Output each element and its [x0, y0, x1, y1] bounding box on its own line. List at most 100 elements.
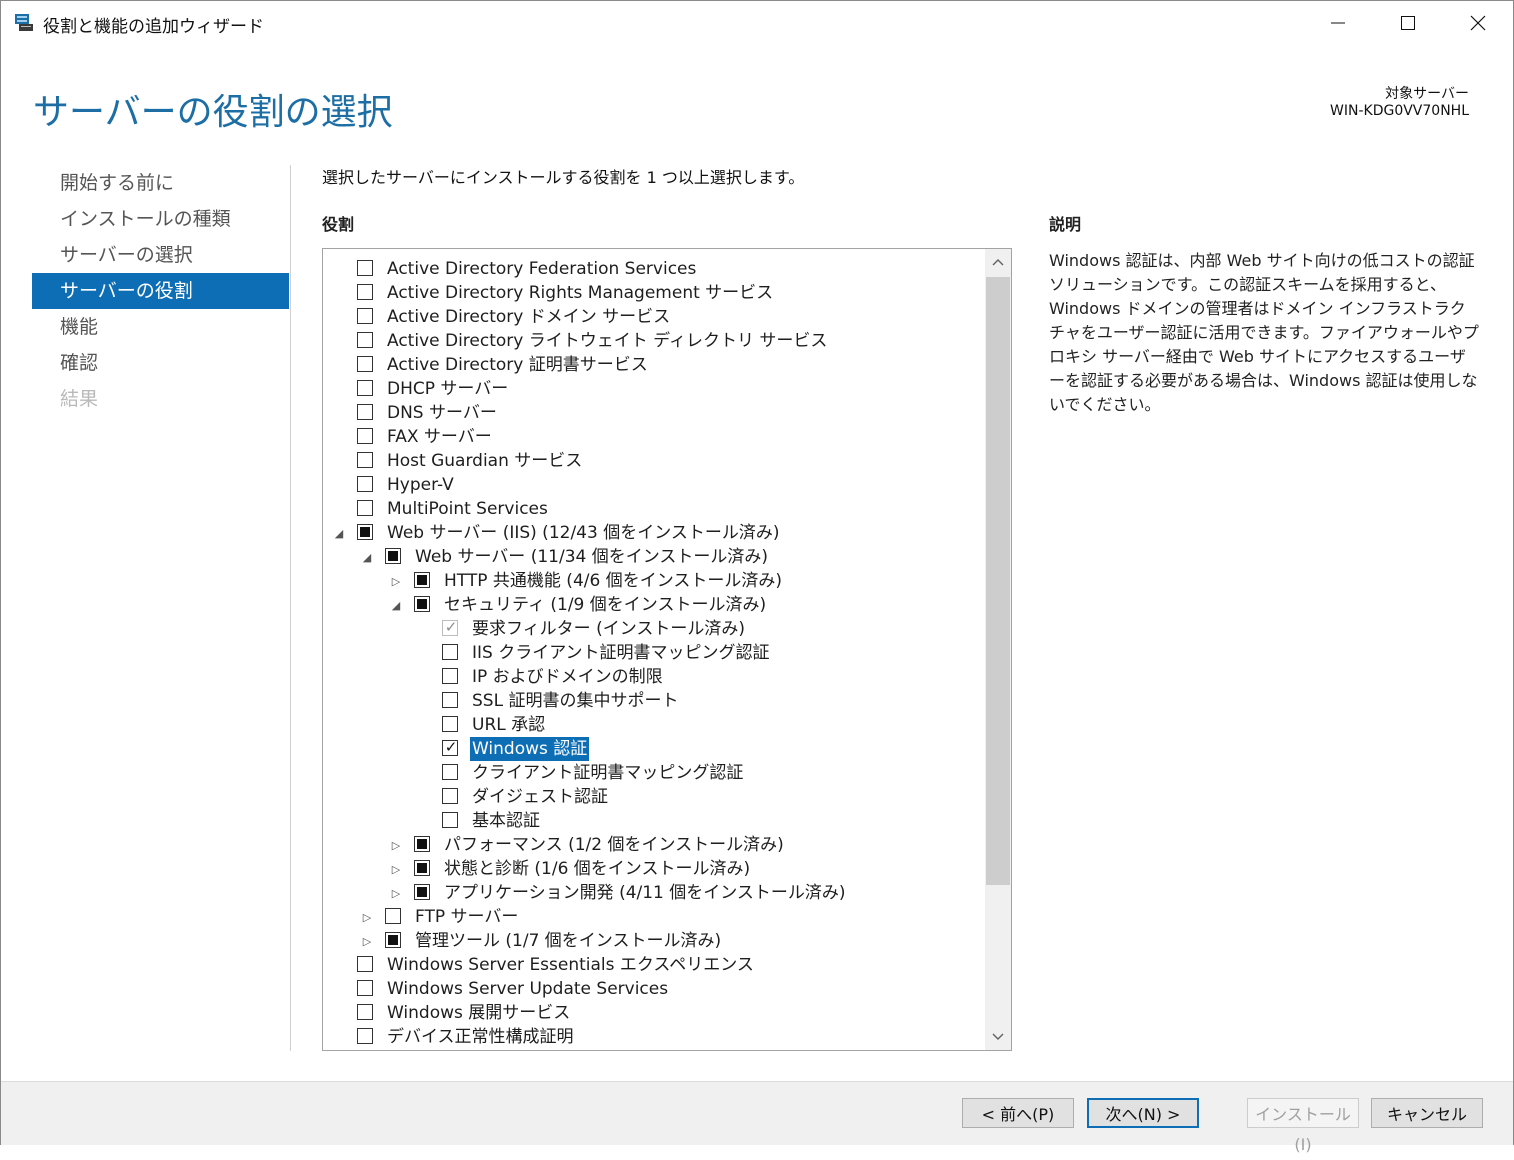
- role-row[interactable]: Active Directory ドメイン サービス: [323, 305, 983, 329]
- role-label[interactable]: デバイス正常性構成証明: [387, 1025, 574, 1049]
- nav-step-1[interactable]: インストールの種類: [32, 201, 289, 237]
- role-row[interactable]: Windows 認証: [323, 737, 983, 761]
- role-row[interactable]: Windows Server Essentials エクスペリエンス: [323, 953, 983, 977]
- role-row[interactable]: IP およびドメインの制限: [323, 665, 983, 689]
- role-label[interactable]: Active Directory Federation Services: [387, 257, 696, 281]
- role-label[interactable]: Windows 認証: [470, 737, 590, 761]
- role-row[interactable]: 要求フィルター (インストール済み): [323, 617, 983, 641]
- nav-step-5[interactable]: 確認: [32, 345, 289, 381]
- triangle-right-icon[interactable]: ▷: [360, 929, 374, 953]
- role-row[interactable]: Host Guardian サービス: [323, 449, 983, 473]
- role-label[interactable]: 管理ツール (1/7 個をインストール済み): [415, 929, 721, 953]
- role-row[interactable]: MultiPoint Services: [323, 497, 983, 521]
- role-row[interactable]: デバイス正常性構成証明: [323, 1025, 983, 1049]
- nav-step-3[interactable]: サーバーの役割: [32, 273, 289, 309]
- role-checkbox[interactable]: [357, 260, 373, 276]
- role-label[interactable]: セキュリティ (1/9 個をインストール済み): [444, 593, 766, 617]
- role-row[interactable]: IIS クライアント証明書マッピング認証: [323, 641, 983, 665]
- next-button[interactable]: 次へ(N) >: [1087, 1098, 1199, 1128]
- triangle-right-icon[interactable]: ▷: [389, 833, 403, 857]
- role-label[interactable]: Web サーバー (11/34 個をインストール済み): [415, 545, 768, 569]
- nav-step-4[interactable]: 機能: [32, 309, 289, 345]
- role-label[interactable]: クライアント証明書マッピング認証: [472, 761, 743, 785]
- role-row[interactable]: ◢ Web サーバー (IIS) (12/43 個をインストール済み): [323, 521, 983, 545]
- role-label[interactable]: IP およびドメインの制限: [472, 665, 663, 689]
- role-row[interactable]: Active Directory ライトウェイト ディレクトリ サービス: [323, 329, 983, 353]
- role-row[interactable]: ▷ FTP サーバー: [323, 905, 983, 929]
- role-row[interactable]: ◢ セキュリティ (1/9 個をインストール済み): [323, 593, 983, 617]
- role-checkbox[interactable]: [357, 980, 373, 996]
- scroll-up-button[interactable]: [985, 249, 1011, 275]
- role-row[interactable]: DNS サーバー: [323, 401, 983, 425]
- role-checkbox[interactable]: [357, 1004, 373, 1020]
- role-label[interactable]: パフォーマンス (1/2 個をインストール済み): [444, 833, 784, 857]
- role-label[interactable]: 基本認証: [472, 809, 540, 833]
- role-label[interactable]: Windows Server Essentials エクスペリエンス: [387, 953, 754, 977]
- role-row[interactable]: Windows 展開サービス: [323, 1001, 983, 1025]
- cancel-button[interactable]: キャンセル: [1371, 1098, 1483, 1128]
- scroll-thumb[interactable]: [986, 277, 1010, 885]
- role-label[interactable]: Active Directory Rights Management サービス: [387, 281, 773, 305]
- role-checkbox[interactable]: [442, 716, 458, 732]
- role-row[interactable]: ▷ パフォーマンス (1/2 個をインストール済み): [323, 833, 983, 857]
- role-label[interactable]: Active Directory ライトウェイト ディレクトリ サービス: [387, 329, 827, 353]
- role-checkbox[interactable]: [414, 572, 430, 588]
- role-label[interactable]: MultiPoint Services: [387, 497, 548, 521]
- role-row[interactable]: Active Directory 証明書サービス: [323, 353, 983, 377]
- role-label[interactable]: Windows 展開サービス: [387, 1001, 570, 1025]
- role-label[interactable]: 要求フィルター (インストール済み): [472, 617, 745, 641]
- nav-step-2[interactable]: サーバーの選択: [32, 237, 289, 273]
- role-checkbox[interactable]: [357, 1028, 373, 1044]
- role-checkbox[interactable]: [357, 956, 373, 972]
- role-row[interactable]: SSL 証明書の集中サポート: [323, 689, 983, 713]
- role-row[interactable]: ▷ アプリケーション開発 (4/11 個をインストール済み): [323, 881, 983, 905]
- role-label[interactable]: ダイジェスト認証: [472, 785, 608, 809]
- role-checkbox[interactable]: [357, 404, 373, 420]
- nav-step-0[interactable]: 開始する前に: [32, 165, 289, 201]
- role-checkbox[interactable]: [414, 836, 430, 852]
- install-button[interactable]: インストール(I): [1247, 1098, 1359, 1154]
- role-checkbox[interactable]: [357, 524, 373, 540]
- minimize-button[interactable]: [1303, 1, 1373, 45]
- role-checkbox[interactable]: [385, 932, 401, 948]
- maximize-button[interactable]: [1373, 1, 1443, 45]
- close-button[interactable]: [1443, 1, 1513, 45]
- role-row[interactable]: ▷ HTTP 共通機能 (4/6 個をインストール済み): [323, 569, 983, 593]
- role-checkbox[interactable]: [414, 884, 430, 900]
- role-label[interactable]: FTP サーバー: [415, 905, 518, 929]
- triangle-down-icon[interactable]: ◢: [360, 545, 374, 569]
- previous-button[interactable]: < 前へ(P): [962, 1098, 1074, 1128]
- role-checkbox[interactable]: [357, 284, 373, 300]
- role-checkbox[interactable]: [385, 548, 401, 564]
- roles-tree[interactable]: Active Directory Federation Services Acti…: [322, 248, 1012, 1051]
- role-row[interactable]: ▷ 管理ツール (1/7 個をインストール済み): [323, 929, 983, 953]
- role-row[interactable]: URL 承認: [323, 713, 983, 737]
- role-checkbox[interactable]: [357, 452, 373, 468]
- role-checkbox[interactable]: [442, 692, 458, 708]
- role-label[interactable]: Active Directory ドメイン サービス: [387, 305, 670, 329]
- triangle-right-icon[interactable]: ▷: [389, 857, 403, 881]
- role-label[interactable]: Hyper-V: [387, 473, 454, 497]
- role-row[interactable]: クライアント証明書マッピング認証: [323, 761, 983, 785]
- role-checkbox[interactable]: [442, 812, 458, 828]
- role-checkbox[interactable]: [442, 764, 458, 780]
- roles-scrollbar[interactable]: [985, 249, 1011, 1050]
- role-row[interactable]: ◢ Web サーバー (11/34 個をインストール済み): [323, 545, 983, 569]
- role-label[interactable]: 状態と診断 (1/6 個をインストール済み): [444, 857, 750, 881]
- role-checkbox[interactable]: [357, 380, 373, 396]
- triangle-down-icon[interactable]: ◢: [389, 593, 403, 617]
- role-label[interactable]: DHCP サーバー: [387, 377, 508, 401]
- role-label[interactable]: URL 承認: [472, 713, 545, 737]
- role-label[interactable]: アプリケーション開発 (4/11 個をインストール済み): [444, 881, 846, 905]
- role-checkbox[interactable]: [357, 476, 373, 492]
- role-label[interactable]: Windows Server Update Services: [387, 977, 668, 1001]
- role-checkbox[interactable]: [442, 738, 459, 756]
- role-checkbox[interactable]: [357, 428, 373, 444]
- role-row[interactable]: Hyper-V: [323, 473, 983, 497]
- role-label[interactable]: Host Guardian サービス: [387, 449, 582, 473]
- role-row[interactable]: Windows Server Update Services: [323, 977, 983, 1001]
- role-checkbox[interactable]: [357, 356, 373, 372]
- role-label[interactable]: IIS クライアント証明書マッピング認証: [472, 641, 770, 665]
- role-label[interactable]: FAX サーバー: [387, 425, 492, 449]
- triangle-right-icon[interactable]: ▷: [389, 569, 403, 593]
